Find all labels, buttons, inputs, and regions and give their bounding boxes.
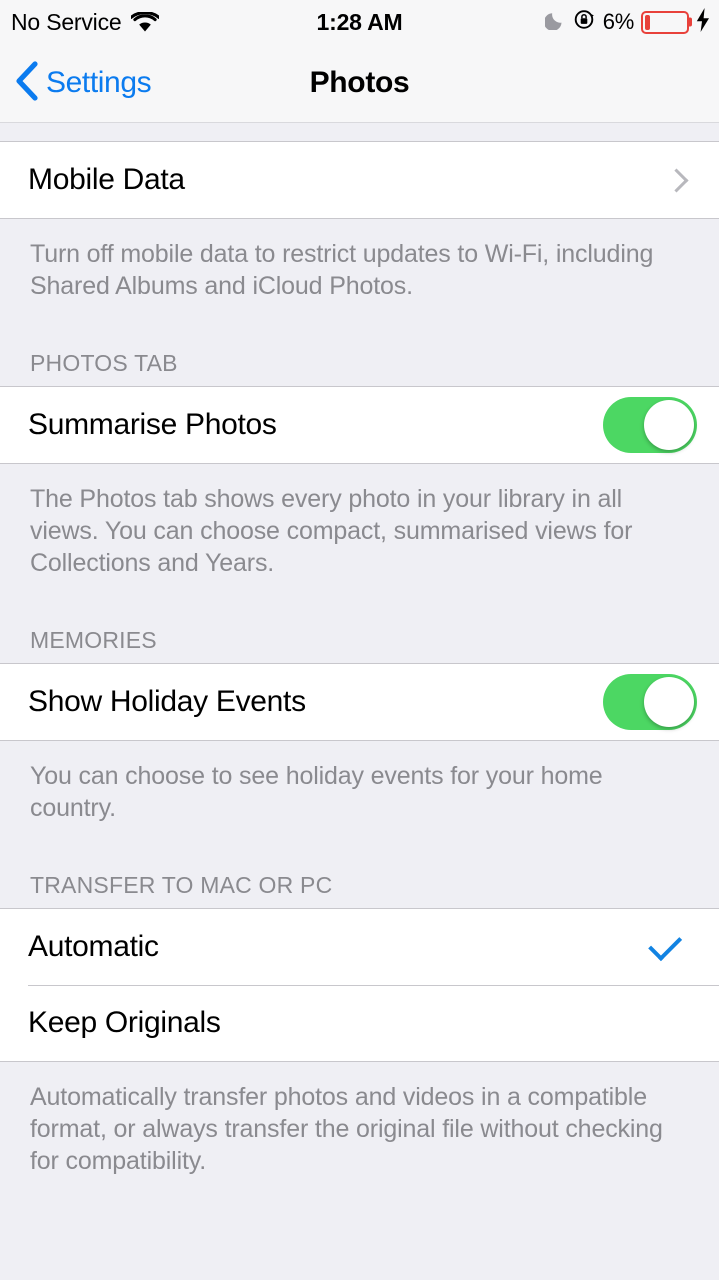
memories-footer: You can choose to see holiday events for… <box>0 741 719 846</box>
back-button[interactable]: Settings <box>0 60 152 107</box>
navigation-bar: Settings Photos <box>0 44 719 123</box>
checkmark-icon <box>648 927 683 962</box>
rotation-lock-icon <box>573 8 596 36</box>
row-summarise-photos-label: Summarise Photos <box>28 408 277 441</box>
row-keep-originals-label: Keep Originals <box>28 1006 221 1039</box>
photos-tab-group: Summarise Photos <box>0 386 719 464</box>
row-mobile-data-label: Mobile Data <box>28 163 185 196</box>
toggle-show-holiday-events[interactable] <box>603 674 697 730</box>
row-automatic[interactable]: Automatic <box>0 909 719 985</box>
settings-scroll-view[interactable]: Mobile Data Turn off mobile data to rest… <box>0 123 719 1280</box>
section-header-photos-tab: PHOTOS TAB <box>0 324 719 386</box>
status-bar: No Service 1:28 AM 6% <box>0 0 719 44</box>
transfer-group: Automatic Keep Originals <box>0 908 719 1062</box>
section-header-transfer: TRANSFER TO MAC OR PC <box>0 846 719 908</box>
toggle-knob <box>644 677 694 727</box>
transfer-footer: Automatically transfer photos and videos… <box>0 1062 719 1199</box>
row-automatic-label: Automatic <box>28 930 159 963</box>
battery-fill <box>645 14 650 30</box>
memories-group: Show Holiday Events <box>0 663 719 741</box>
status-bar-left: No Service <box>0 9 159 36</box>
lightning-bolt-icon <box>696 7 710 37</box>
photos-tab-footer: The Photos tab shows every photo in your… <box>0 464 719 601</box>
mobile-data-footer: Turn off mobile data to restrict updates… <box>0 219 719 324</box>
moon-icon <box>543 9 566 35</box>
row-summarise-photos[interactable]: Summarise Photos <box>0 387 719 463</box>
top-spacer <box>0 123 719 141</box>
row-show-holiday-events[interactable]: Show Holiday Events <box>0 664 719 740</box>
status-bar-right: 6% <box>543 7 710 37</box>
mobile-data-group: Mobile Data <box>0 141 719 219</box>
chevron-right-icon <box>664 167 689 193</box>
chevron-left-icon <box>14 60 40 107</box>
battery-percentage-label: 6% <box>602 9 635 34</box>
toggle-knob <box>644 400 694 450</box>
wifi-icon <box>130 11 159 33</box>
row-mobile-data[interactable]: Mobile Data <box>0 142 719 218</box>
battery-icon <box>641 10 692 34</box>
toggle-summarise-photos[interactable] <box>603 397 697 453</box>
battery-nub <box>688 17 692 27</box>
row-keep-originals[interactable]: Keep Originals <box>0 985 719 1061</box>
row-show-holiday-events-label: Show Holiday Events <box>28 685 306 718</box>
carrier-label: No Service <box>11 8 122 35</box>
back-button-label: Settings <box>46 66 152 99</box>
section-header-memories: MEMORIES <box>0 601 719 663</box>
